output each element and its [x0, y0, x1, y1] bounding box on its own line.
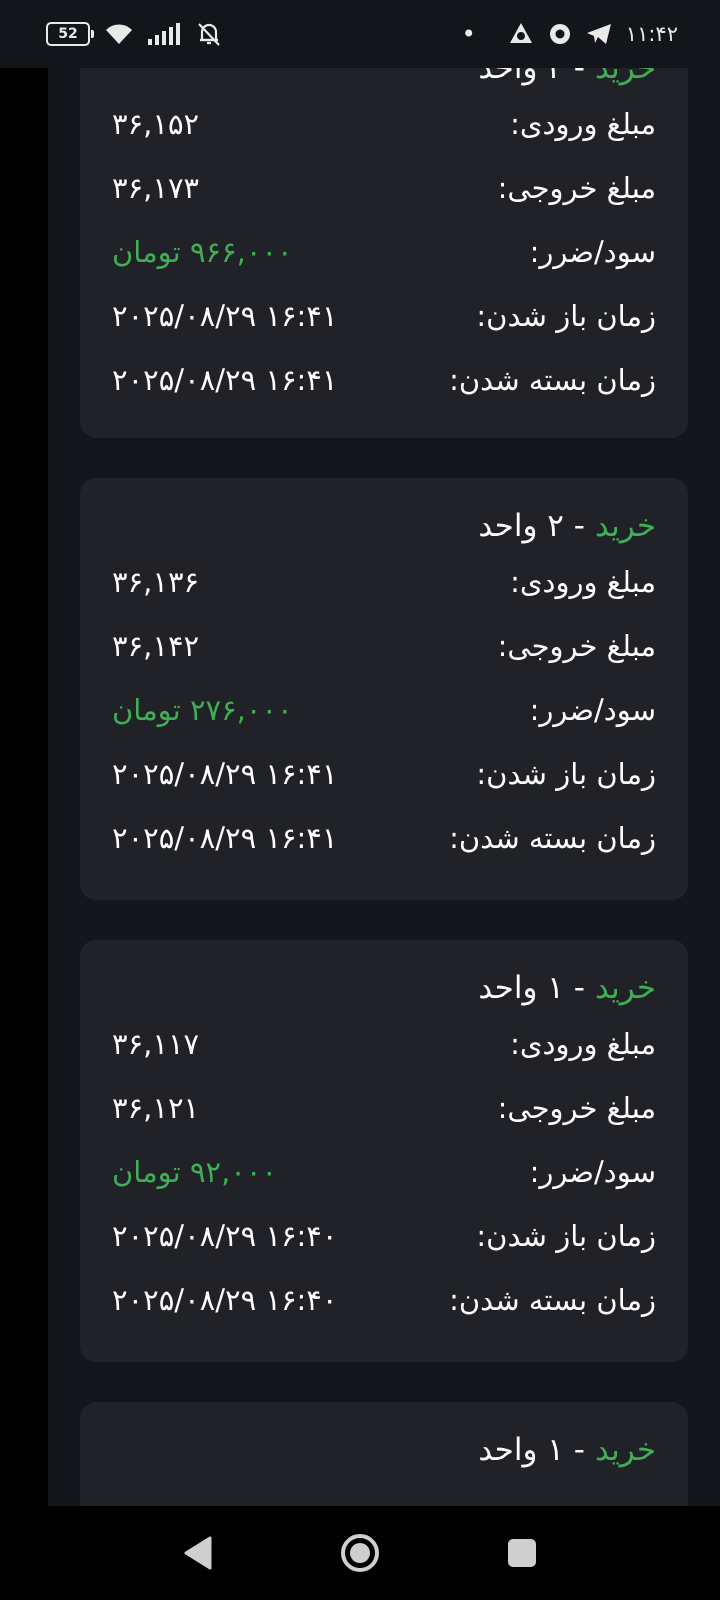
navigation-bar	[0, 1506, 720, 1600]
clock: ۱۱:۴۲	[625, 22, 678, 46]
entry-label: مبلغ ورودی:	[510, 1027, 656, 1061]
entry-row: مبلغ ورودی: ۳۶,۱۳۶	[112, 550, 656, 614]
open-time-label: زمان باز شدن:	[476, 299, 656, 333]
open-time-value: ۲۰۲۵/۰۸/۲۹ ۱۶:۴۱	[112, 757, 338, 791]
trade-units: ۲ واحد	[478, 508, 564, 544]
trade-type: خرید	[594, 68, 656, 86]
pnl-label: سود/ضرر:	[529, 235, 656, 269]
status-right: • ۱۱:۴۲	[462, 20, 678, 48]
pnl-row: سود/ضرر: ۲۷۶,۰۰۰ تومان	[112, 678, 656, 742]
trade-title: خرید - ۱ واحد	[112, 964, 656, 1012]
exit-row: مبلغ خروجی: ۳۶,۱۴۲	[112, 614, 656, 678]
trade-card[interactable]: خرید - ۲ واحد مبلغ ورودی: ۳۶,۱۵۲ مبلغ خر…	[80, 68, 688, 438]
trade-card[interactable]: خرید - ۱ واحد مبلغ ورودی: ۳۶,۱۱۷ مبلغ خر…	[80, 940, 688, 1362]
open-time-row: زمان باز شدن: ۲۰۲۵/۰۸/۲۹ ۱۶:۴۱	[112, 284, 656, 348]
open-time-value: ۲۰۲۵/۰۸/۲۹ ۱۶:۴۱	[112, 299, 338, 333]
trade-type: خرید	[594, 508, 656, 544]
trade-units: ۲ واحد	[478, 68, 564, 86]
trade-title: خرید - ۲ واحد	[112, 68, 656, 92]
title-separator: -	[563, 1432, 595, 1468]
close-time-value: ۲۰۲۵/۰۸/۲۹ ۱۶:۴۱	[112, 821, 338, 855]
wifi-icon	[104, 22, 134, 46]
pnl-label: سود/ضرر:	[529, 1155, 656, 1189]
trade-units: ۱ واحد	[478, 970, 564, 1006]
pnl-value: ۹۲,۰۰۰ تومان	[112, 1155, 278, 1189]
back-icon[interactable]	[183, 1536, 213, 1570]
title-separator: -	[563, 970, 595, 1006]
entry-label: مبلغ ورودی:	[510, 107, 656, 141]
trade-card[interactable]: خرید - ۲ واحد مبلغ ورودی: ۳۶,۱۳۶ مبلغ خر…	[80, 478, 688, 900]
exit-label: مبلغ خروجی:	[497, 171, 656, 205]
entry-label: مبلغ ورودی:	[510, 565, 656, 599]
signal-icon	[148, 23, 182, 45]
trade-title: خرید - ۲ واحد	[112, 502, 656, 550]
battery-icon: 52	[46, 22, 94, 46]
title-separator: -	[563, 508, 595, 544]
entry-row: مبلغ ورودی: ۳۶,۱۵۲	[112, 92, 656, 156]
chrome-icon	[548, 22, 572, 46]
open-time-row: زمان باز شدن: ۲۰۲۵/۰۸/۲۹ ۱۶:۴۱	[112, 742, 656, 806]
open-time-label: زمان باز شدن:	[476, 757, 656, 791]
exit-row: مبلغ خروجی: ۳۶,۱۷۳	[112, 156, 656, 220]
recents-icon[interactable]	[507, 1538, 537, 1568]
entry-value: ۳۶,۱۵۲	[112, 107, 200, 141]
trade-type: خرید	[594, 970, 656, 1006]
notification-dot: •	[461, 20, 476, 48]
close-time-label: زمان بسته شدن:	[449, 1283, 656, 1317]
open-time-value: ۲۰۲۵/۰۸/۲۹ ۱۶:۴۰	[112, 1219, 338, 1253]
pnl-value: ۲۷۶,۰۰۰ تومان	[112, 693, 293, 727]
open-time-row: زمان باز شدن: ۲۰۲۵/۰۸/۲۹ ۱۶:۴۰	[112, 1204, 656, 1268]
close-time-value: ۲۰۲۵/۰۸/۲۹ ۱۶:۴۱	[112, 363, 338, 397]
exit-row: مبلغ خروجی: ۳۶,۱۲۱	[112, 1076, 656, 1140]
trade-title: خرید - ۱ واحد	[112, 1426, 656, 1474]
app-icon	[508, 21, 534, 47]
pnl-row: سود/ضرر: ۹۶۶,۰۰۰ تومان	[112, 220, 656, 284]
entry-value: ۳۶,۱۱۷	[112, 1027, 200, 1061]
status-bar: 52 • ۱۱:۴۲	[0, 0, 720, 68]
trade-type: خرید	[594, 1432, 656, 1468]
close-time-row: زمان بسته شدن: ۲۰۲۵/۰۸/۲۹ ۱۶:۴۱	[112, 806, 656, 870]
trade-list[interactable]: خرید - ۲ واحد مبلغ ورودی: ۳۶,۱۵۲ مبلغ خر…	[48, 68, 720, 1506]
close-time-label: زمان بسته شدن:	[449, 821, 656, 855]
trade-card[interactable]: خرید - ۱ واحد	[80, 1402, 688, 1506]
entry-row: مبلغ ورودی: ۳۶,۱۱۷	[112, 1012, 656, 1076]
bell-off-icon	[196, 21, 222, 47]
exit-value: ۳۶,۱۲۱	[112, 1091, 200, 1125]
pnl-label: سود/ضرر:	[529, 693, 656, 727]
close-time-row: زمان بسته شدن: ۲۰۲۵/۰۸/۲۹ ۱۶:۴۱	[112, 348, 656, 412]
home-icon[interactable]	[340, 1533, 380, 1573]
exit-label: مبلغ خروجی:	[497, 629, 656, 663]
pnl-value: ۹۶۶,۰۰۰ تومان	[112, 235, 293, 269]
entry-value: ۳۶,۱۳۶	[112, 565, 200, 599]
open-time-label: زمان باز شدن:	[476, 1219, 656, 1253]
battery-level: 52	[58, 26, 78, 42]
exit-label: مبلغ خروجی:	[497, 1091, 656, 1125]
pnl-row: سود/ضرر: ۹۲,۰۰۰ تومان	[112, 1140, 656, 1204]
status-left: 52	[46, 21, 222, 47]
trade-units: ۱ واحد	[478, 1432, 564, 1468]
telegram-icon	[586, 22, 612, 46]
title-separator: -	[563, 68, 595, 86]
close-time-label: زمان بسته شدن:	[449, 363, 656, 397]
exit-value: ۳۶,۱۷۳	[112, 171, 200, 205]
exit-value: ۳۶,۱۴۲	[112, 629, 200, 663]
close-time-row: زمان بسته شدن: ۲۰۲۵/۰۸/۲۹ ۱۶:۴۰	[112, 1268, 656, 1332]
close-time-value: ۲۰۲۵/۰۸/۲۹ ۱۶:۴۰	[112, 1283, 338, 1317]
